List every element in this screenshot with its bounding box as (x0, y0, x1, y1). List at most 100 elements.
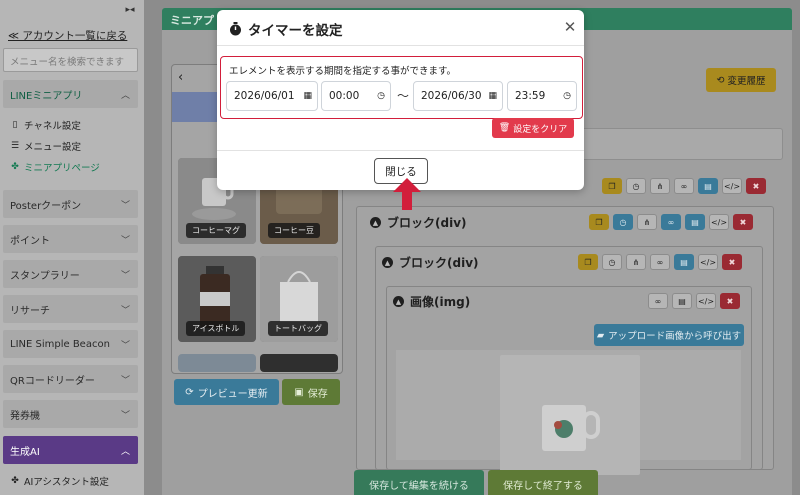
timer-icon[interactable]: ◷ (602, 254, 622, 270)
menu-search-input[interactable]: メニュー名を検索できます (3, 48, 138, 72)
start-date-input[interactable]: 2026/06/01 ▦ (226, 81, 318, 111)
sidebar-group-point[interactable]: ポイント ﹀ (3, 225, 138, 253)
code-icon[interactable]: </> (709, 214, 729, 230)
sidebar-group-label: LINEミニアプリ (10, 90, 83, 102)
start-time-input[interactable]: 00:00 ◷ (321, 81, 391, 111)
product-label: コーヒーマグ (186, 223, 246, 238)
stopwatch-icon (230, 22, 241, 36)
sidebar-group-line-simple-beacon[interactable]: LINE Simple Beacon ﹀ (3, 330, 138, 358)
preview-refresh-button[interactable]: ⟳ プレビュー更新 (174, 379, 279, 405)
sidebar-item-miniapp-page[interactable]: ✤ ミニアプリページ (10, 160, 100, 174)
image-preview (500, 355, 640, 475)
back-to-accounts-link[interactable]: ≪ アカウント一覧に戻る (8, 28, 127, 43)
hierarchy-icon[interactable]: ⋔ (650, 178, 670, 194)
sidebar-group-label: 発券機 (10, 410, 40, 422)
copy-icon[interactable]: ❐ (602, 178, 622, 194)
sidebar-group-qr-reader[interactable]: QRコードリーダー ﹀ (3, 365, 138, 393)
sidebar-item-channel-settings[interactable]: ▯ チャネル設定 (10, 118, 81, 132)
save-and-finish-button[interactable]: 保存して終了する (488, 470, 598, 495)
mug-image (542, 405, 600, 451)
clock-icon[interactable]: ◷ (377, 91, 385, 101)
product-card-bottle[interactable]: アイスボトル (178, 256, 256, 342)
link-icon[interactable]: ∞ (648, 293, 668, 309)
code-icon[interactable]: </> (698, 254, 718, 270)
code-icon[interactable]: </> (696, 293, 716, 309)
sidebar-group-research[interactable]: リサーチ ﹀ (3, 295, 138, 323)
arrow-up-icon (393, 178, 421, 210)
copy-icon[interactable]: ❐ (589, 214, 609, 230)
modal-footer-divider (217, 150, 584, 151)
start-date-value: 2026/06/01 (234, 90, 295, 102)
collapse-icon[interactable]: ▲ (393, 296, 404, 307)
chevron-down-icon: ﹀ (120, 200, 130, 211)
sidebar-item-menu-settings[interactable]: ☰ メニュー設定 (10, 139, 81, 153)
sidebar-group-label: LINE Simple Beacon (10, 338, 110, 350)
trash-icon[interactable]: ✖ (746, 178, 766, 194)
trash-icon[interactable]: ✖ (722, 254, 742, 270)
sidebar-item-ai-assistant[interactable]: ✤ AIアシスタント設定 (10, 474, 109, 488)
chevron-down-icon: ﹀ (120, 305, 130, 316)
sidebar-group-stamp-rally[interactable]: スタンプラリー ﹀ (3, 260, 138, 288)
clock-icon[interactable]: ◷ (563, 91, 571, 101)
block-title-text: ブロック(div) (387, 216, 467, 230)
sidebar: ▸◂ ≪ アカウント一覧に戻る メニュー名を検索できます LINEミニアプリ ︿… (0, 0, 144, 495)
block-title: ▲ ブロック(div) (370, 214, 467, 231)
sidebar-item-label: AIアシスタント設定 (24, 477, 109, 488)
collapse-icon[interactable]: ▲ (370, 217, 381, 228)
chevron-down-icon: ﹀ (120, 235, 130, 246)
timer-icon[interactable]: ◷ (626, 178, 646, 194)
hierarchy-icon[interactable]: ⋔ (637, 214, 657, 230)
sidebar-item-label: チャネル設定 (24, 121, 81, 132)
folder-icon: ▰ (596, 329, 605, 341)
code-icon[interactable]: </> (722, 178, 742, 194)
change-history-button[interactable]: ⟲ 変更履歴 (706, 68, 776, 92)
hierarchy-icon[interactable]: ⋔ (626, 254, 646, 270)
close-icon[interactable]: ✕ (563, 19, 577, 35)
trash-icon[interactable]: ✖ (733, 214, 753, 230)
list-icon: ☰ (10, 141, 20, 151)
chevron-left-icon[interactable]: ‹ (178, 70, 183, 85)
chevron-up-icon: ︿ (120, 90, 130, 101)
save-and-continue-button[interactable]: 保存して編集を続ける (354, 470, 484, 495)
block-title-text: ブロック(div) (399, 256, 479, 270)
chevron-down-icon: ﹀ (120, 270, 130, 281)
timer-description: エレメントを表示する期間を指定する事ができます。 (229, 66, 457, 77)
sidebar-group-poster-coupon[interactable]: Posterクーポン ﹀ (3, 190, 138, 218)
sidebar-group-label: リサーチ (10, 305, 50, 317)
product-label: コーヒー豆 (268, 223, 320, 238)
refresh-icon: ⟳ (185, 386, 194, 398)
file-icon[interactable]: ▤ (698, 178, 718, 194)
file-icon[interactable]: ▤ (674, 254, 694, 270)
clear-timer-label: 設定をクリア (513, 124, 568, 135)
sidebar-group-ticket-machine[interactable]: 発券機 ﹀ (3, 400, 138, 428)
timer-icon[interactable]: ◷ (613, 214, 633, 230)
link-icon[interactable]: ∞ (650, 254, 670, 270)
end-time-input[interactable]: 23:59 ◷ (507, 81, 577, 111)
link-icon[interactable]: ∞ (661, 214, 681, 230)
sidebar-group-label: Posterクーポン (10, 200, 82, 212)
clear-timer-button[interactable]: 🗑 設定をクリア (492, 118, 574, 138)
sidebar-group-generative-ai[interactable]: 生成AI ︿ (3, 436, 138, 464)
collapse-sidebar-icon[interactable]: ▸◂ (118, 5, 142, 21)
modal-title: タイマーを設定 (229, 19, 343, 39)
sidebar-group-label: スタンプラリー (10, 270, 80, 282)
file-icon[interactable]: ▤ (685, 214, 705, 230)
product-label: アイスボトル (186, 321, 246, 336)
copy-icon[interactable]: ❐ (578, 254, 598, 270)
root-toolbar: ❐ ◷ ⋔ ∞ ▤ </> ✖ (602, 178, 766, 194)
modal-title-text: タイマーを設定 (248, 23, 343, 39)
calendar-icon[interactable]: ▦ (488, 91, 497, 101)
save-button[interactable]: ▣ 保存 (282, 379, 340, 405)
end-date-input[interactable]: 2026/06/30 ▦ (413, 81, 503, 111)
block-toolbar: ❐ ◷ ⋔ ∞ ▤ </> ✖ (578, 254, 742, 270)
file-icon[interactable]: ▤ (672, 293, 692, 309)
load-uploaded-image-button[interactable]: ▰ アップロード画像から呼び出す (594, 324, 744, 346)
sidebar-group-line-miniapp[interactable]: LINEミニアプリ ︿ (3, 80, 138, 108)
product-label: トートバッグ (268, 321, 328, 336)
collapse-icon[interactable]: ▲ (382, 257, 393, 268)
trash-icon[interactable]: ✖ (720, 293, 740, 309)
calendar-icon[interactable]: ▦ (303, 91, 312, 101)
product-card-totebag[interactable]: トートバッグ (260, 256, 338, 342)
link-icon[interactable]: ∞ (674, 178, 694, 194)
sidebar-group-label: 生成AI (10, 446, 40, 458)
